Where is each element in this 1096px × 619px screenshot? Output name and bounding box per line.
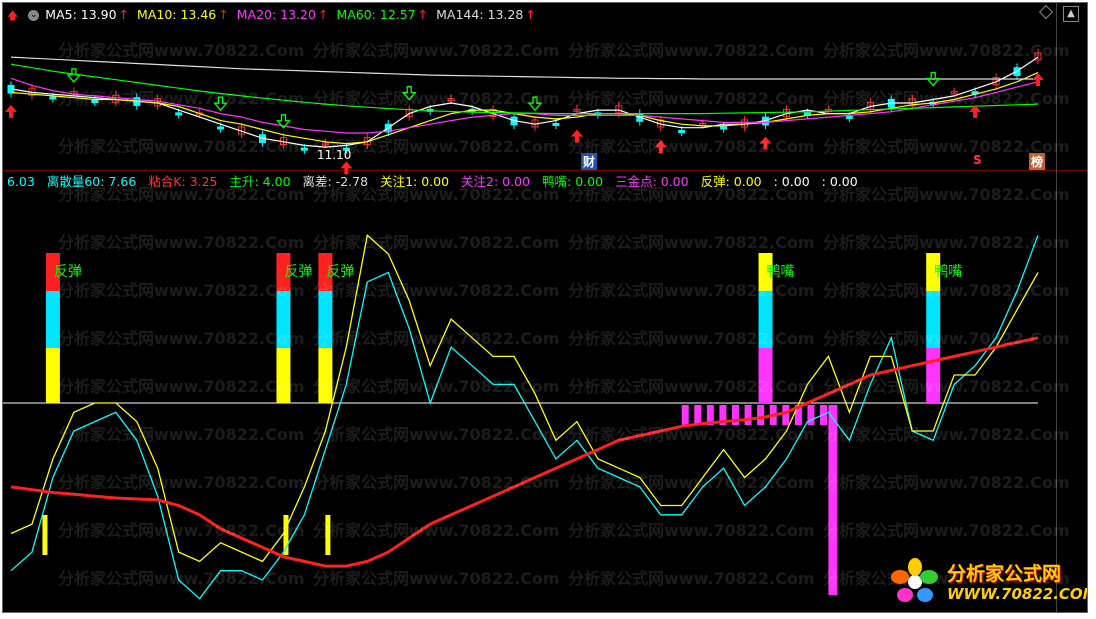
watermark-text: 分析家公式网www.70822.Com [823, 329, 1070, 348]
site-logo: 分析家公式网 WWW.70822.COM [887, 555, 1087, 609]
watermark-text: 分析家公式网www.70822.Com [58, 377, 305, 396]
watermark-text: 分析家公式网www.70822.Com [313, 185, 560, 204]
watermark-text: 分析家公式网www.70822.Com [313, 329, 560, 348]
scroll-up-icon[interactable]: ▲ [1063, 6, 1079, 22]
watermark-text: 分析家公式网www.70822.Com [823, 233, 1070, 252]
buy-arrow-icon [5, 104, 17, 118]
watermark-text: 分析家公式网www.70822.Com [568, 377, 815, 396]
watermark-text: 分析家公式网www.70822.Com [58, 473, 305, 492]
watermark-text: 分析家公式网www.70822.Com [823, 41, 1070, 60]
candle-body [49, 96, 57, 100]
sell-arrow-icon [66, 68, 82, 83]
watermark-text: 分析家公式网www.70822.Com [58, 329, 305, 348]
watermark-text: 分析家公式网www.70822.Com [58, 185, 305, 204]
watermark-text: 分析家公式网www.70822.Com [313, 89, 560, 108]
brand-url[interactable]: WWW.70822.COM [947, 585, 1087, 603]
watermark-text: 分析家公式网www.70822.Com [58, 89, 305, 108]
brand-text: 分析家公式网 [947, 563, 1062, 585]
watermark-text: 分析家公式网www.70822.Com [568, 569, 815, 588]
watermark-text: 分析家公式网www.70822.Com [823, 425, 1070, 444]
watermark-text: 分析家公式网www.70822.Com [568, 473, 815, 492]
candle-body [552, 122, 560, 126]
candle-body [175, 112, 183, 116]
candle-body [845, 115, 853, 119]
watermark-text: 分析家公式网www.70822.Com [58, 137, 305, 156]
watermark-text: 分析家公式网www.70822.Com [58, 233, 305, 252]
watermark-text: 分析家公式网www.70822.Com [568, 41, 815, 60]
chart-frame: 🡅 ⌄ MA5: 13.90 ↑ MA10: 13.46 ↑ MA20: 13.20 ↑ M… [2, 2, 1088, 613]
watermark-text: 分析家公式网www.70822.Com [313, 473, 560, 492]
yellow-signal-bar [42, 515, 48, 555]
watermark-text: 分析家公式网www.70822.Com [568, 425, 815, 444]
watermark-text: 分析家公式网www.70822.Com [313, 137, 560, 156]
watermark-text: 分析家公式网www.70822.Com [823, 377, 1070, 396]
buy-arrow-icon [340, 161, 353, 175]
watermark-text: 分析家公式网www.70822.Com [58, 569, 305, 588]
watermark-text: 分析家公式网www.70822.Com [568, 185, 815, 204]
flower-logo-icon [891, 558, 938, 602]
candle-body [217, 126, 225, 130]
watermark-text: 分析家公式网www.70822.Com [568, 281, 815, 300]
watermark-text: 分析家公式网www.70822.Com [313, 377, 560, 396]
watermark-text: 分析家公式网www.70822.Com [823, 281, 1070, 300]
candle-body [720, 126, 728, 130]
watermark-text: 分析家公式网www.70822.Com [823, 185, 1070, 204]
watermark-text: 分析家公式网www.70822.Com [58, 521, 305, 540]
watermark-text: 分析家公式网www.70822.Com [568, 89, 815, 108]
watermark-text: 分析家公式网www.70822.Com [58, 281, 305, 300]
candle-body [803, 112, 811, 116]
watermark-text: 分析家公式网www.70822.Com [568, 329, 815, 348]
watermark-text: 分析家公式网www.70822.Com [58, 41, 305, 60]
watermark-text: 分析家公式网www.70822.Com [823, 89, 1070, 108]
watermark-text: 分析家公式网www.70822.Com [313, 569, 560, 588]
watermark-text: 分析家公式网www.70822.Com [313, 41, 560, 60]
watermark-text: 分析家公式网www.70822.Com [313, 233, 560, 252]
watermark-text: 分析家公式网www.70822.Com [823, 137, 1070, 156]
watermark-text: 分析家公式网www.70822.Com [568, 233, 815, 252]
watermark-text: 分析家公式网www.70822.Com [823, 473, 1070, 492]
watermark-text: 分析家公式网www.70822.Com [313, 425, 560, 444]
watermark-text: 分析家公式网www.70822.Com [568, 521, 815, 540]
watermark-text: 分析家公式网www.70822.Com [823, 521, 1070, 540]
watermark-text: 分析家公式网www.70822.Com [313, 281, 560, 300]
watermark-text: 分析家公式网www.70822.Com [58, 425, 305, 444]
watermark-text: 分析家公式网www.70822.Com [568, 137, 815, 156]
watermark-text: 分析家公式网www.70822.Com [313, 521, 560, 540]
